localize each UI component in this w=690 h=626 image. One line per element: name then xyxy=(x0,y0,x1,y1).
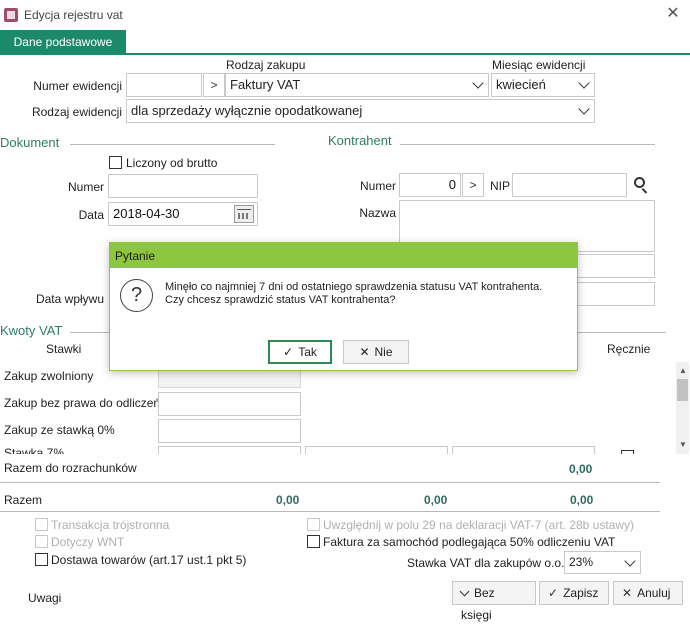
dok-data-label: Data xyxy=(78,208,104,222)
tab-strip: Dane podstawowe xyxy=(0,30,690,55)
kontrahent-divider xyxy=(400,144,655,145)
close-icon[interactable]: ✕ xyxy=(664,5,682,23)
zakup-0-input[interactable] xyxy=(158,419,301,443)
close-icon: ✕ xyxy=(622,586,633,600)
numer-ewidencji-next-button[interactable]: > xyxy=(203,73,225,97)
numer-ewidencji-input[interactable] xyxy=(126,73,202,97)
razem-vat-value: 0,00 xyxy=(424,493,448,507)
nazwa-label: Nazwa xyxy=(359,206,396,220)
search-icon[interactable] xyxy=(634,177,650,194)
zapisz-button[interactable]: ✓ Zapisz xyxy=(539,581,609,605)
chevron-down-icon xyxy=(624,555,636,567)
dostawa-checkbox[interactable] xyxy=(35,553,48,566)
dok-numer-label: Numer xyxy=(67,180,104,194)
row-zakup-0: Zakup ze stawką 0% xyxy=(4,423,115,437)
faktura-samochod-checkbox[interactable] xyxy=(307,535,320,548)
dialog-no-button[interactable]: ✕ Nie xyxy=(343,340,409,364)
calendar-icon[interactable] xyxy=(234,205,254,223)
miesiac-select[interactable]: kwiecień xyxy=(491,73,595,97)
stawka-vat-label: Stawka VAT dla zakupów o.o. xyxy=(407,556,565,570)
liczony-checkbox[interactable] xyxy=(109,156,122,169)
kontrahent-section-title: Kontrahent xyxy=(328,133,392,148)
dialog-message-line1: Minęło co najmniej 7 dni od ostatniego s… xyxy=(165,281,543,293)
dok-numer-input[interactable] xyxy=(108,174,258,198)
data-wplywu-label: Data wpływu xyxy=(35,292,104,306)
rodzaj-ewidencji-label: Rodzaj ewidencji xyxy=(31,105,122,119)
dotyczy-wnt-label: Dotyczy WNT xyxy=(51,535,125,549)
stawka7-brutto-input[interactable] xyxy=(452,446,595,454)
rodzaj-zakupu-select[interactable]: Faktury VAT xyxy=(225,73,489,97)
bez-ksiegi-button[interactable]: Bez księgi xyxy=(452,581,536,622)
razem-rozrachunkow-label: Razem do rozrachunków xyxy=(4,461,137,475)
uwzglednij-label: Uwzględnij w polu 29 na deklaracji VAT-7… xyxy=(323,518,635,532)
stawka7-recznie-checkbox[interactable] xyxy=(621,450,634,454)
chevron-down-icon xyxy=(578,103,590,115)
razem-netto-value: 0,00 xyxy=(276,493,300,507)
question-icon: ? xyxy=(120,279,153,312)
faktura-samochod-label: Faktura za samochód podlegająca 50% odli… xyxy=(323,535,616,549)
stawka7-row: Stawka 7% xyxy=(0,444,676,454)
chevron-down-icon xyxy=(459,586,470,597)
chevron-down-icon xyxy=(472,77,484,89)
dialog-yes-button[interactable]: ✓ Tak xyxy=(268,340,332,364)
transakcja-checkbox[interactable] xyxy=(35,518,48,531)
check-icon: ✓ xyxy=(548,586,559,600)
tab-dane-podstawowe[interactable]: Dane podstawowe xyxy=(0,30,126,55)
razem-brutto-value: 0,00 xyxy=(570,493,594,507)
stawka7-vat-input[interactable] xyxy=(305,446,448,454)
uwagi-link[interactable]: Uwagi xyxy=(28,591,61,605)
stawka-vat-select[interactable]: 23% xyxy=(564,551,641,574)
check-icon: ✓ xyxy=(283,345,294,359)
kon-numer-input[interactable]: 0 xyxy=(399,173,461,197)
question-dialog: Pytanie ? Minęło co najmniej 7 dni od os… xyxy=(109,242,578,371)
row-zakup-bez-prawa: Zakup bez prawa do odliczeń xyxy=(4,396,161,410)
close-icon: ✕ xyxy=(359,345,370,359)
miesiac-label: Miesiąc ewidencji xyxy=(492,58,586,72)
recznie-header: Ręcznie xyxy=(607,342,651,356)
kwoty-section-title: Kwoty VAT xyxy=(0,323,63,338)
dokument-section-title: Dokument xyxy=(0,135,60,150)
nip-input[interactable] xyxy=(512,173,627,197)
dokument-divider xyxy=(70,144,275,145)
stawki-header: Stawki xyxy=(46,342,82,356)
chevron-down-icon xyxy=(578,77,590,89)
razem-rozrachunkow-value: 0,00 xyxy=(569,462,593,476)
app-icon xyxy=(4,8,18,22)
razem-label: Razem xyxy=(4,493,43,507)
transakcja-label: Transakcja trójstronna xyxy=(51,518,170,532)
dialog-header: Pytanie xyxy=(110,243,577,268)
uwzglednij-checkbox[interactable] xyxy=(307,518,320,531)
kwoty-scrollbar[interactable]: ▲ ▼ xyxy=(676,362,689,454)
anuluj-button[interactable]: ✕ Anuluj xyxy=(613,581,683,605)
liczony-label: Liczony od brutto xyxy=(126,156,218,170)
title-bar: Edycja rejestru vat ✕ xyxy=(0,0,690,30)
dialog-title: Pytanie xyxy=(115,249,156,263)
row-zakup-zwolniony: Zakup zwolniony xyxy=(4,369,94,383)
dotyczy-wnt-checkbox[interactable] xyxy=(35,535,48,548)
kon-numer-next-button[interactable]: > xyxy=(462,173,484,197)
zakup-bez-prawa-input[interactable] xyxy=(158,392,301,416)
razem-divider xyxy=(0,482,660,483)
kon-numer-label: Numer xyxy=(359,179,396,193)
razem-bottom-divider xyxy=(0,511,660,512)
stawka7-netto-input[interactable] xyxy=(158,446,301,454)
dostawa-label: Dostawa towarów (art.17 ust.1 pkt 5) xyxy=(51,553,247,567)
numer-ewidencji-label: Numer ewidencji xyxy=(33,79,122,93)
rodzaj-ewidencji-select[interactable]: dla sprzedaży wyłącznie opodatkowanej xyxy=(126,99,595,123)
row-stawka-7: Stawka 7% xyxy=(4,446,65,454)
nip-label: NIP xyxy=(490,179,511,193)
dialog-message-line2: Czy chcesz sprawdzić status VAT kontrahe… xyxy=(165,294,396,306)
rodzaj-zakupu-label: Rodzaj zakupu xyxy=(226,58,306,72)
window-title: Edycja rejestru vat xyxy=(24,8,123,22)
